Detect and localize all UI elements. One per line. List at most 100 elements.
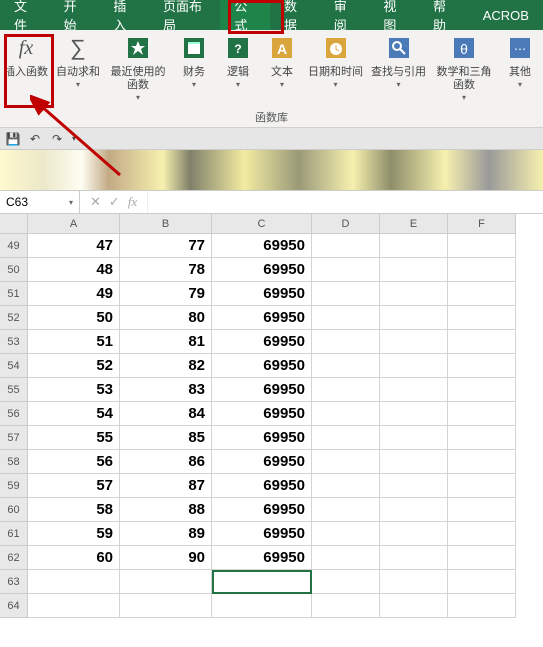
cell[interactable] [448, 522, 516, 546]
column-header[interactable]: D [312, 214, 380, 234]
cell[interactable]: 55 [28, 426, 120, 450]
cell[interactable]: 79 [120, 282, 212, 306]
cell[interactable]: 69950 [212, 234, 312, 258]
cell[interactable] [448, 402, 516, 426]
cell[interactable] [448, 498, 516, 522]
cell[interactable]: 69950 [212, 378, 312, 402]
cell[interactable] [448, 354, 516, 378]
cell[interactable] [448, 378, 516, 402]
tab-help[interactable]: 帮助 [419, 0, 469, 30]
tab-acrobat[interactable]: ACROB [469, 0, 543, 30]
tab-insert[interactable]: 插入 [99, 0, 149, 30]
chevron-down-icon[interactable]: ▾ [72, 134, 76, 143]
row-header[interactable]: 63 [0, 570, 28, 594]
save-icon[interactable]: 💾 [6, 132, 20, 146]
cell[interactable]: 69950 [212, 402, 312, 426]
cell[interactable]: 90 [120, 546, 212, 570]
tab-file[interactable]: 文件 [0, 0, 50, 30]
cell[interactable] [448, 546, 516, 570]
cell[interactable] [380, 450, 448, 474]
cell[interactable] [312, 450, 380, 474]
cell[interactable] [312, 426, 380, 450]
cell[interactable]: 51 [28, 330, 120, 354]
cell[interactable]: 53 [28, 378, 120, 402]
row-header[interactable]: 58 [0, 450, 28, 474]
cell[interactable] [448, 570, 516, 594]
cell[interactable] [312, 330, 380, 354]
row-header[interactable]: 54 [0, 354, 28, 378]
cell[interactable] [312, 402, 380, 426]
fx-icon[interactable]: fx [128, 194, 137, 210]
cell[interactable]: 50 [28, 306, 120, 330]
cell[interactable] [212, 570, 312, 594]
cell[interactable]: 49 [28, 282, 120, 306]
column-header[interactable]: A [28, 214, 120, 234]
row-header[interactable]: 55 [0, 378, 28, 402]
cell[interactable]: 56 [28, 450, 120, 474]
cell[interactable]: 60 [28, 546, 120, 570]
redo-icon[interactable]: ↷ [50, 132, 64, 146]
cell[interactable]: 48 [28, 258, 120, 282]
cell[interactable]: 69950 [212, 498, 312, 522]
tab-formulas[interactable]: 公式 [220, 0, 270, 30]
cell[interactable]: 69950 [212, 306, 312, 330]
cell[interactable] [380, 282, 448, 306]
cell[interactable]: 83 [120, 378, 212, 402]
cell[interactable] [380, 354, 448, 378]
row-header[interactable]: 60 [0, 498, 28, 522]
cell[interactable]: 69950 [212, 354, 312, 378]
row-header[interactable]: 50 [0, 258, 28, 282]
cell[interactable] [380, 474, 448, 498]
cell[interactable] [120, 570, 212, 594]
cell[interactable]: 57 [28, 474, 120, 498]
cell[interactable] [312, 474, 380, 498]
cell[interactable] [380, 594, 448, 618]
cell[interactable]: 52 [28, 354, 120, 378]
cell[interactable] [312, 306, 380, 330]
cell[interactable]: 69950 [212, 258, 312, 282]
cell[interactable] [120, 594, 212, 618]
formula-input[interactable] [148, 191, 543, 213]
cell[interactable] [380, 570, 448, 594]
row-header[interactable]: 52 [0, 306, 28, 330]
row-header[interactable]: 51 [0, 282, 28, 306]
cell[interactable]: 77 [120, 234, 212, 258]
cell[interactable] [448, 282, 516, 306]
tab-page-layout[interactable]: 页面布局 [149, 0, 220, 30]
cell[interactable]: 69950 [212, 546, 312, 570]
row-header[interactable]: 56 [0, 402, 28, 426]
cell[interactable]: 82 [120, 354, 212, 378]
cell[interactable] [380, 498, 448, 522]
row-header[interactable]: 49 [0, 234, 28, 258]
cell[interactable]: 69950 [212, 522, 312, 546]
cell[interactable] [380, 330, 448, 354]
cell[interactable] [380, 426, 448, 450]
tab-view[interactable]: 视图 [369, 0, 419, 30]
cell[interactable] [312, 570, 380, 594]
cell[interactable] [312, 594, 380, 618]
undo-icon[interactable]: ↶ [28, 132, 42, 146]
confirm-icon[interactable]: ✓ [109, 194, 120, 210]
row-header[interactable]: 62 [0, 546, 28, 570]
cell[interactable]: 47 [28, 234, 120, 258]
select-all-corner[interactable] [0, 214, 28, 234]
cell[interactable]: 89 [120, 522, 212, 546]
cell[interactable] [380, 258, 448, 282]
cell[interactable] [312, 378, 380, 402]
row-header[interactable]: 64 [0, 594, 28, 618]
cell[interactable]: 59 [28, 522, 120, 546]
cell[interactable] [312, 258, 380, 282]
cell[interactable]: 80 [120, 306, 212, 330]
cell[interactable] [312, 354, 380, 378]
cell[interactable]: 69950 [212, 474, 312, 498]
row-header[interactable]: 59 [0, 474, 28, 498]
cell[interactable] [380, 234, 448, 258]
cell[interactable]: 58 [28, 498, 120, 522]
cell[interactable]: 85 [120, 426, 212, 450]
cell[interactable]: 54 [28, 402, 120, 426]
cell[interactable] [448, 594, 516, 618]
cell[interactable] [380, 306, 448, 330]
column-header[interactable]: B [120, 214, 212, 234]
row-header[interactable]: 57 [0, 426, 28, 450]
cell[interactable] [312, 522, 380, 546]
